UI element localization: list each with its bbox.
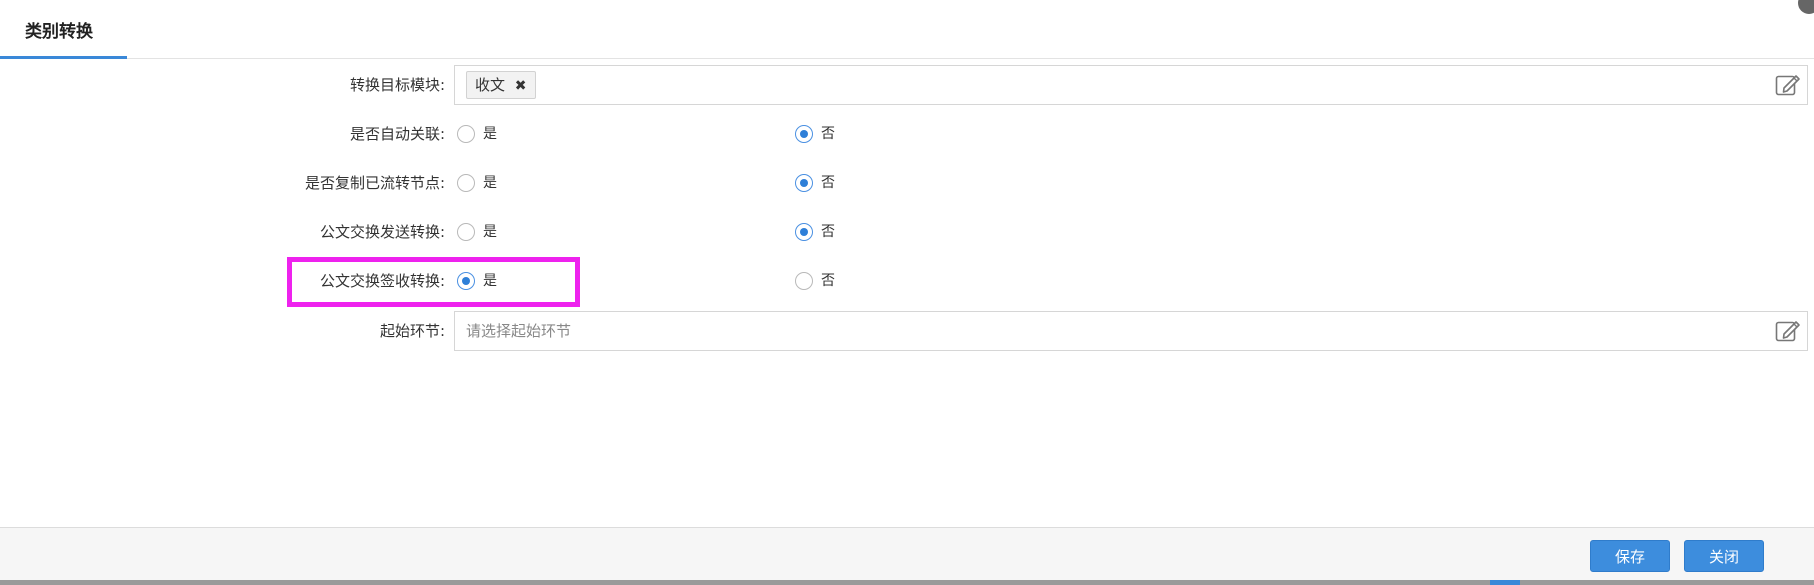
selected-module-tag: 收文 ✖: [466, 71, 536, 99]
row-copy-nodes: 是否复制已流转节点: 是 否: [0, 163, 1814, 203]
radio-checked-icon: [457, 272, 475, 290]
target-module-label: 转换目标模块:: [349, 76, 445, 94]
radio-checked-icon: [795, 125, 813, 143]
row-start-step: 起始环节: 请选择起始环节: [0, 311, 1814, 351]
radio-label-no: 否: [821, 126, 835, 142]
auto-link-label: 是否自动关联:: [349, 125, 445, 143]
edit-icon[interactable]: [1775, 319, 1801, 343]
radio-unchecked-icon: [457, 174, 475, 192]
copy-nodes-label: 是否复制已流转节点:: [304, 174, 445, 192]
edit-icon[interactable]: [1775, 73, 1801, 97]
start-step-label: 起始环节:: [379, 322, 445, 340]
start-step-field[interactable]: 请选择起始环节: [454, 311, 1808, 351]
radio-checked-icon: [795, 223, 813, 241]
tab-category-conversion[interactable]: 类别转换: [0, 0, 127, 58]
close-button[interactable]: 关闭: [1684, 540, 1764, 572]
tag-text: 收文: [475, 76, 506, 94]
bottom-scrollbar-thumb[interactable]: [1490, 580, 1520, 585]
tab-active-indicator: [0, 56, 127, 59]
row-auto-link: 是否自动关联: 是 否: [0, 114, 1814, 154]
row-exchange-send: 公文交换发送转换: 是 否: [0, 212, 1814, 252]
row-target-module: 转换目标模块: 收文 ✖: [0, 65, 1814, 105]
tab-bar: 类别转换: [0, 0, 1814, 59]
radio-label-yes: 是: [483, 175, 497, 191]
start-step-placeholder: 请选择起始环节: [466, 322, 572, 340]
exchange-send-label: 公文交换发送转换:: [319, 223, 445, 241]
radio-label-no: 否: [821, 224, 835, 240]
radio-label-no: 否: [821, 273, 835, 289]
exchange-receive-label: 公文交换签收转换:: [319, 272, 445, 290]
radio-label-yes: 是: [483, 273, 497, 289]
tab-label: 类别转换: [25, 22, 93, 42]
tag-remove-icon[interactable]: ✖: [515, 73, 527, 99]
save-button[interactable]: 保存: [1590, 540, 1670, 572]
radio-unchecked-icon: [457, 125, 475, 143]
radio-checked-icon: [795, 174, 813, 192]
row-exchange-receive: 公文交换签收转换: 是 否: [0, 261, 1814, 301]
radio-label-yes: 是: [483, 126, 497, 142]
radio-label-no: 否: [821, 175, 835, 191]
bottom-scrollbar[interactable]: [0, 580, 1814, 585]
target-module-field[interactable]: 收文 ✖: [454, 65, 1808, 105]
radio-unchecked-icon: [795, 272, 813, 290]
dialog-footer: [0, 527, 1814, 585]
radio-label-yes: 是: [483, 224, 497, 240]
radio-unchecked-icon: [457, 223, 475, 241]
